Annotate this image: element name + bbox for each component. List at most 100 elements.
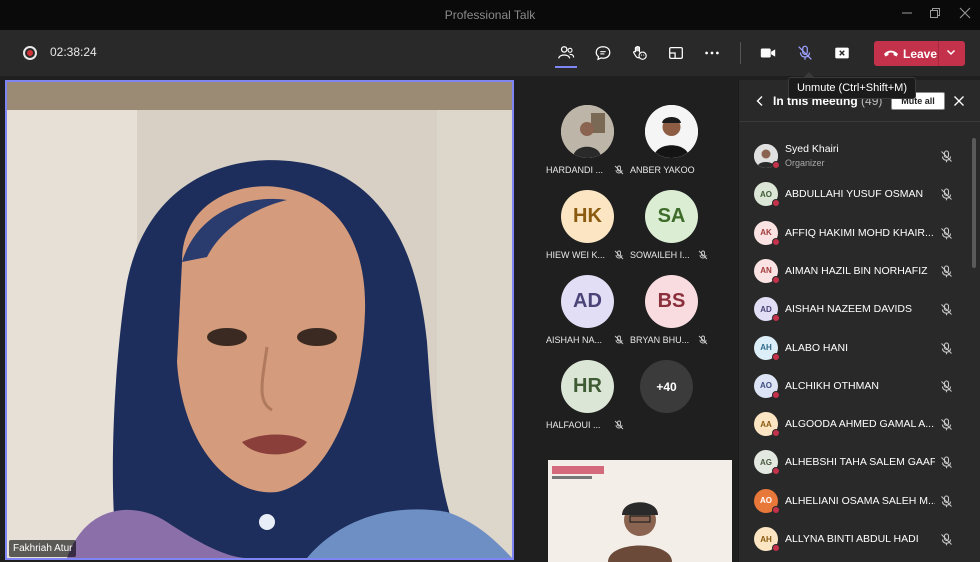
share-screen-icon[interactable] <box>665 42 687 64</box>
camera-icon[interactable] <box>757 42 779 64</box>
close-window-icon[interactable] <box>956 6 974 24</box>
participant-avatar: AO <box>754 488 780 514</box>
mic-off-icon[interactable] <box>940 533 953 546</box>
mic-off-icon <box>614 420 624 430</box>
participant-tile-name: BRYAN BHU... <box>630 335 690 345</box>
participant-avatar: AO <box>754 373 780 399</box>
mic-off-icon[interactable] <box>940 303 953 316</box>
participant-name: AIMAN HAZIL BIN NORHAFIZ <box>785 264 928 277</box>
more-participants-button[interactable]: +40 <box>640 360 693 413</box>
window-titlebar: Professional Talk <box>0 0 980 30</box>
toolbar-separator <box>740 42 741 64</box>
panel-scrollbar[interactable] <box>972 138 976 268</box>
mic-off-icon <box>614 165 624 175</box>
participant-name: ALLYNA BINTI ABDUL HADI <box>785 533 919 545</box>
participant-avatar: HK <box>561 190 614 243</box>
participant-name: AISHAH NAZEEM DAVIDS <box>785 303 912 316</box>
participant-tile[interactable]: HK HIEW WEI K... <box>546 187 630 271</box>
participant-tile[interactable]: HARDANDI ... <box>546 102 630 186</box>
unmute-tooltip: Unmute (Ctrl+Shift+M) <box>788 72 916 99</box>
main-video-name-tag: Fakhriah Atur <box>9 540 77 557</box>
participant-avatar: AK <box>754 220 780 246</box>
mic-off-icon <box>698 250 708 260</box>
more-options-icon[interactable] <box>701 42 723 64</box>
participant-avatar: AH <box>754 527 780 552</box>
participant-photo <box>645 105 698 158</box>
participant-row[interactable]: AK AFFIQ HAKIMI MOHD KHAIR... <box>739 214 971 252</box>
close-panel-icon[interactable] <box>953 95 965 107</box>
mic-off-icon <box>614 335 624 345</box>
minimize-icon[interactable] <box>898 6 916 24</box>
participant-tile[interactable]: SA SOWAILEH I... <box>630 187 714 271</box>
mic-off-icon[interactable] <box>940 265 953 278</box>
main-video-feed[interactable] <box>5 80 514 560</box>
leave-button[interactable]: Leave <box>874 41 965 66</box>
restore-icon[interactable] <box>926 6 944 24</box>
participant-tile[interactable]: HR HALFAOUI ... <box>546 357 630 441</box>
mic-off-icon[interactable] <box>940 380 953 393</box>
leave-split <box>938 41 939 66</box>
mic-off-icon[interactable] <box>940 418 953 431</box>
participant-tile-name: ANBER YAKOO... <box>630 165 695 175</box>
status-badge <box>772 429 780 438</box>
mic-off-icon <box>614 250 624 260</box>
participant-tile[interactable]: ANBER YAKOO... <box>630 102 714 186</box>
status-badge <box>772 352 780 361</box>
leave-label: Leave <box>903 47 938 61</box>
hangup-icon <box>884 50 898 57</box>
mic-muted-icon[interactable] <box>794 42 816 64</box>
participant-row[interactable]: AG ALHEBSHI TAHA SALEM GAAF... <box>739 443 971 481</box>
participant-row[interactable]: AH ALABO HANI <box>739 329 971 367</box>
participant-tile[interactable]: BS BRYAN BHU... <box>630 272 714 356</box>
participant-role: Organizer <box>785 158 825 168</box>
participant-name: ALCHIKH OTHMAN <box>785 379 879 392</box>
mic-off-icon <box>698 335 708 345</box>
participant-avatar: SA <box>645 190 698 243</box>
participant-name: ABDULLAHI YUSUF OSMAN <box>785 188 924 201</box>
meeting-toolbar: 02:38:24 Leave <box>0 30 980 76</box>
participant-row[interactable]: AH ALLYNA BINTI ABDUL HADI <box>739 520 971 558</box>
mic-off-icon[interactable] <box>940 227 953 240</box>
people-icon[interactable] <box>555 42 577 64</box>
participant-tile[interactable]: AD AISHAH NA... <box>546 272 630 356</box>
status-badge <box>772 544 780 552</box>
participant-avatar: BS <box>645 275 698 328</box>
status-badge <box>772 505 780 514</box>
mic-off-icon[interactable] <box>940 495 953 508</box>
participant-row[interactable]: AA ALGOODA AHMED GAMAL A... <box>739 405 971 443</box>
participant-row[interactable]: AD AISHAH NAZEEM DAVIDS <box>739 290 971 328</box>
status-badge <box>772 314 780 323</box>
back-chevron-icon[interactable] <box>755 95 765 107</box>
window-title: Professional Talk <box>444 8 536 22</box>
mic-off-icon[interactable] <box>940 456 953 469</box>
chat-icon[interactable] <box>592 42 614 64</box>
recording-icon <box>23 46 37 60</box>
participant-avatar: AN <box>754 258 780 284</box>
chevron-down-icon[interactable] <box>945 46 957 58</box>
participant-name: AFFIQ HAKIMI MOHD KHAIR... <box>785 226 934 239</box>
participant-tile-name: SOWAILEH I... <box>630 250 690 260</box>
status-badge <box>772 275 780 284</box>
participant-name: ALGOODA AHMED GAMAL A... <box>785 418 934 431</box>
participants-panel: In this meeting (49) Mute all Syed Khair… <box>738 80 980 562</box>
secondary-video-feed[interactable] <box>548 460 732 562</box>
participant-row[interactable]: AO ABDULLAHI YUSUF OSMAN <box>739 175 971 213</box>
mic-off-icon[interactable] <box>940 341 953 355</box>
mic-off-icon[interactable] <box>940 188 953 201</box>
participant-avatar: AD <box>561 275 614 328</box>
participant-name: ALHEBSHI TAHA SALEM GAAF... <box>785 456 935 469</box>
secondary-video-frame <box>548 460 732 562</box>
participant-row[interactable]: AO ALCHIKH OTHMAN <box>739 367 971 405</box>
participant-row[interactable]: AN AIMAN HAZIL BIN NORHAFIZ <box>739 252 971 290</box>
participant-tile-name: AISHAH NA... <box>546 335 603 345</box>
participant-row[interactable]: Syed Khairi Organizer <box>739 137 971 175</box>
participant-name: ALABO HANI <box>785 341 849 354</box>
participant-avatar <box>754 144 780 169</box>
close-share-icon[interactable] <box>831 42 853 64</box>
mic-off-icon[interactable] <box>940 150 953 163</box>
reactions-icon[interactable] <box>628 42 650 64</box>
status-badge <box>772 199 780 208</box>
participant-avatar: AO <box>754 182 780 208</box>
participant-tile-name: HARDANDI ... <box>546 165 604 175</box>
participant-row[interactable]: AO ALHELIANI OSAMA SALEH M... <box>739 482 971 520</box>
